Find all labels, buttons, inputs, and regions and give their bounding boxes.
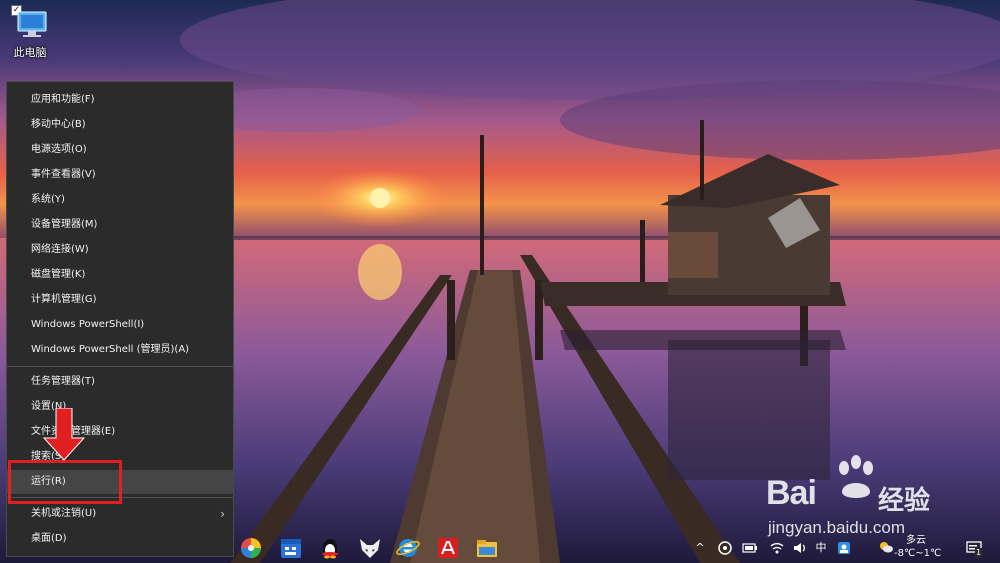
watermark-brand-suffix: 经验 xyxy=(878,486,931,516)
menu-item-shutdown-signout[interactable]: 关机或注销(U) › xyxy=(7,502,233,526)
calendar-app-icon[interactable] xyxy=(279,536,303,560)
qq-penguin-icon[interactable] xyxy=(318,536,342,560)
weather-condition: 多云 xyxy=(906,535,926,546)
ime-indicator[interactable]: 中 xyxy=(813,538,829,558)
app-tray-icon[interactable] xyxy=(718,540,732,556)
menu-item-task-manager[interactable]: 任务管理器(T) xyxy=(7,370,233,394)
baidu-jingyan-watermark: Bai 经验 jingyan.baidu.com xyxy=(766,454,966,544)
weather-widget[interactable]: 多云 -8℃~1℃ xyxy=(894,534,942,560)
desktop-icon-label: 此电脑 xyxy=(13,46,47,59)
watermark-brand: Bai xyxy=(766,474,817,512)
baidu-paw-icon xyxy=(839,455,873,498)
internet-explorer-icon[interactable] xyxy=(396,536,420,560)
chevron-right-icon: › xyxy=(220,507,225,521)
action-center-button[interactable]: 1 xyxy=(964,538,986,560)
weather-temperature: -8℃~1℃ xyxy=(894,548,942,559)
menu-item-event-viewer[interactable]: 事件查看器(V) xyxy=(7,163,233,187)
down-arrow-icon xyxy=(42,408,86,461)
desktop-icon-this-pc[interactable]: ✓ 此电脑 xyxy=(6,4,54,59)
notification-count-badge: 1 xyxy=(975,548,983,558)
menu-item-label: 关机或注销(U) xyxy=(31,508,97,519)
wifi-icon[interactable] xyxy=(770,541,784,555)
menu-separator xyxy=(7,366,233,367)
battery-icon[interactable] xyxy=(742,542,758,554)
taskbar: ^ 中 多云 -8℃~1℃ 1 xyxy=(0,533,1000,563)
fox-app-icon[interactable] xyxy=(358,536,382,560)
volume-icon[interactable] xyxy=(793,541,807,555)
menu-item-power-options[interactable]: 电源选项(O) xyxy=(7,138,233,162)
show-hidden-icons-chevron[interactable]: ^ xyxy=(693,538,707,558)
menu-item-mobility-center[interactable]: 移动中心(B) xyxy=(7,113,233,137)
menu-item-apps-and-features[interactable]: 应用和功能(F) xyxy=(7,88,233,112)
menu-item-device-manager[interactable]: 设备管理器(M) xyxy=(7,213,233,237)
highlight-box xyxy=(8,460,122,504)
menu-item-computer-management[interactable]: 计算机管理(G) xyxy=(7,288,233,312)
pinwheel-app-icon[interactable] xyxy=(239,536,263,560)
menu-item-disk-management[interactable]: 磁盘管理(K) xyxy=(7,263,233,287)
file-explorer-icon[interactable] xyxy=(475,536,499,560)
menu-item-network-connections[interactable]: 网络连接(W) xyxy=(7,238,233,262)
menu-item-system[interactable]: 系统(Y) xyxy=(7,188,233,212)
computer-icon xyxy=(17,11,47,37)
acrobat-reader-icon[interactable] xyxy=(436,536,460,560)
menu-item-powershell[interactable]: Windows PowerShell(I) xyxy=(7,313,233,337)
menu-item-powershell-admin[interactable]: Windows PowerShell (管理员)(A) xyxy=(7,338,233,362)
input-tool-icon[interactable] xyxy=(837,541,851,555)
weather-cloudy-icon[interactable] xyxy=(878,540,894,554)
